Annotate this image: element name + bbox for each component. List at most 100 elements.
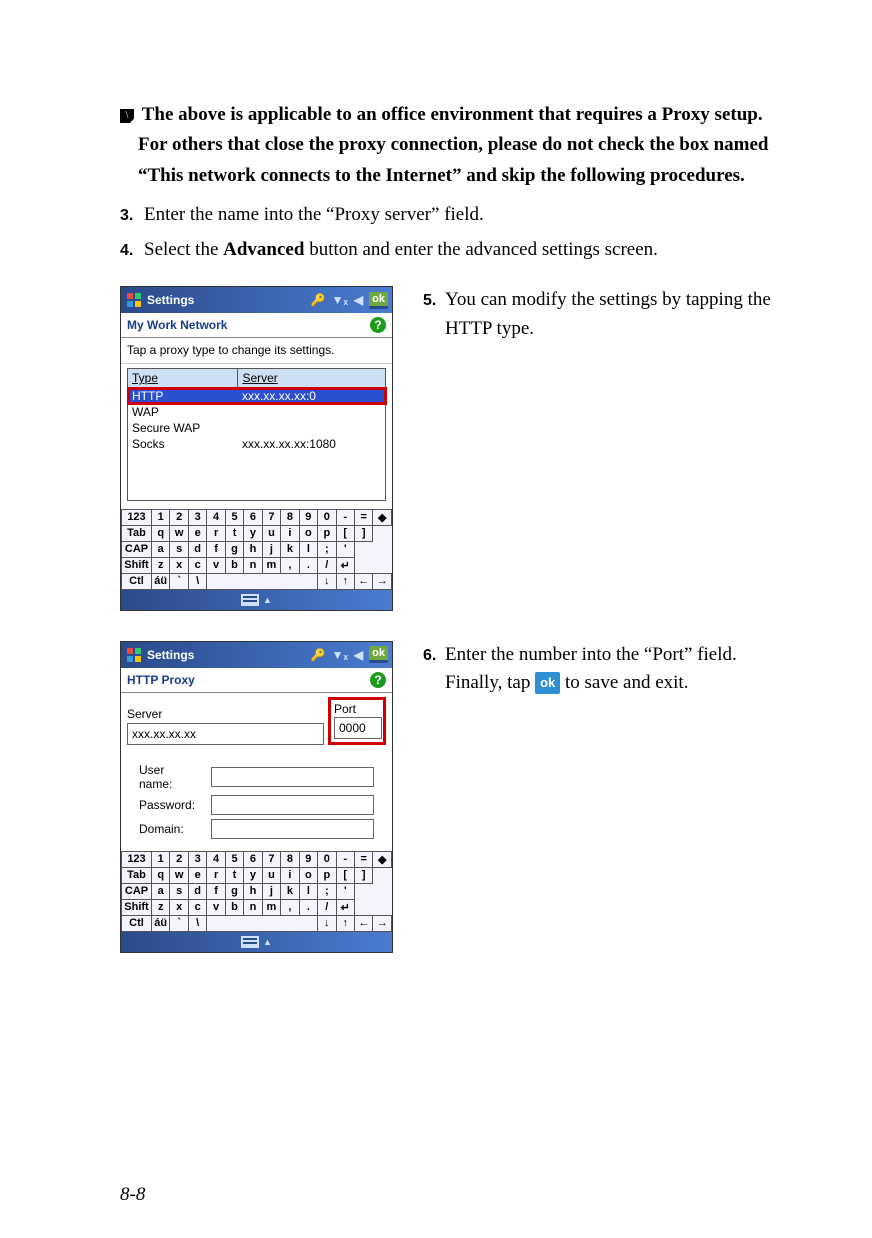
key[interactable]: y	[244, 867, 262, 883]
on-screen-keyboard[interactable]: 1231234567890-=◆Tabqwertyuiop[]CAPasdfgh…	[121, 851, 392, 932]
key[interactable]: Tab	[122, 867, 152, 883]
key[interactable]: g	[225, 541, 243, 557]
key[interactable]: p	[318, 867, 336, 883]
key[interactable]: 4	[207, 851, 225, 867]
key[interactable]: \	[188, 915, 206, 931]
key[interactable]: i	[281, 867, 299, 883]
key[interactable]: l	[299, 541, 317, 557]
table-row[interactable]: Socks xxx.xx.xx.xx:1080	[128, 436, 386, 452]
key[interactable]: [	[336, 867, 354, 883]
key[interactable]: 5	[225, 509, 243, 525]
key[interactable]: b	[225, 899, 243, 915]
key[interactable]: s	[170, 883, 188, 899]
key[interactable]: 2	[170, 509, 188, 525]
key[interactable]: ↵	[336, 899, 354, 915]
password-input[interactable]	[211, 795, 374, 815]
key[interactable]: '	[336, 541, 354, 557]
key[interactable]: h	[244, 883, 262, 899]
key[interactable]: m	[262, 899, 280, 915]
key[interactable]: 0	[318, 509, 336, 525]
key[interactable]: Shift	[122, 899, 152, 915]
key[interactable]: 6	[244, 851, 262, 867]
key[interactable]: ↓	[318, 915, 336, 931]
table-row[interactable]: WAP	[128, 404, 386, 420]
key[interactable]: 7	[262, 509, 280, 525]
key[interactable]: d	[188, 541, 206, 557]
key[interactable]: '	[336, 883, 354, 899]
key[interactable]: k	[281, 883, 299, 899]
key[interactable]: n	[244, 899, 262, 915]
table-row[interactable]: Secure WAP	[128, 420, 386, 436]
key[interactable]: Ctl	[122, 915, 152, 931]
key[interactable]: p	[318, 525, 336, 541]
key[interactable]: e	[188, 525, 206, 541]
help-icon[interactable]: ?	[370, 672, 386, 688]
key[interactable]: -	[336, 509, 354, 525]
key[interactable]: ◆	[373, 509, 392, 525]
key[interactable]: s	[170, 541, 188, 557]
key[interactable]: w	[170, 525, 188, 541]
key[interactable]: CAP	[122, 883, 152, 899]
key[interactable]: q	[152, 867, 170, 883]
key[interactable]: 9	[299, 509, 317, 525]
chevron-up-icon[interactable]: ▲	[263, 595, 272, 605]
key[interactable]: -	[336, 851, 354, 867]
key[interactable]: v	[207, 557, 225, 573]
key[interactable]: 1	[152, 509, 170, 525]
key[interactable]: ;	[318, 541, 336, 557]
key[interactable]: ]	[354, 525, 372, 541]
key[interactable]: g	[225, 883, 243, 899]
key[interactable]: 6	[244, 509, 262, 525]
key[interactable]: 123	[122, 851, 152, 867]
key[interactable]: ↑	[336, 915, 354, 931]
key[interactable]: c	[188, 899, 206, 915]
key[interactable]: x	[170, 899, 188, 915]
key[interactable]: →	[373, 915, 392, 931]
key[interactable]: 3	[188, 509, 206, 525]
key[interactable]: 3	[188, 851, 206, 867]
key[interactable]: 0	[318, 851, 336, 867]
key[interactable]: o	[299, 525, 317, 541]
key[interactable]: w	[170, 867, 188, 883]
key[interactable]: h	[244, 541, 262, 557]
key[interactable]: ,	[281, 557, 299, 573]
key[interactable]: k	[281, 541, 299, 557]
key[interactable]: =	[354, 509, 372, 525]
key[interactable]: l	[299, 883, 317, 899]
key[interactable]: m	[262, 557, 280, 573]
key[interactable]: Ctl	[122, 573, 152, 589]
key[interactable]: t	[225, 867, 243, 883]
key[interactable]: \	[188, 573, 206, 589]
port-input[interactable]	[334, 717, 382, 739]
key[interactable]: ←	[354, 915, 372, 931]
ok-button[interactable]: ok	[369, 292, 388, 309]
username-input[interactable]	[211, 767, 374, 787]
key[interactable]: e	[188, 867, 206, 883]
key[interactable]: `	[170, 915, 188, 931]
key[interactable]: 4	[207, 509, 225, 525]
key[interactable]: z	[152, 557, 170, 573]
key[interactable]: 9	[299, 851, 317, 867]
key[interactable]: o	[299, 867, 317, 883]
server-input[interactable]	[127, 723, 324, 745]
key[interactable]: i	[281, 525, 299, 541]
key[interactable]: r	[207, 525, 225, 541]
key[interactable]: q	[152, 525, 170, 541]
key[interactable]: 7	[262, 851, 280, 867]
key[interactable]: a	[152, 883, 170, 899]
key[interactable]: r	[207, 867, 225, 883]
key[interactable]: /	[318, 557, 336, 573]
keyboard-toggle-icon[interactable]	[241, 594, 259, 606]
key[interactable]: 1	[152, 851, 170, 867]
key[interactable]: →	[373, 573, 392, 589]
key[interactable]	[207, 915, 318, 931]
key[interactable]: 8	[281, 851, 299, 867]
key[interactable]: z	[152, 899, 170, 915]
key[interactable]: `	[170, 573, 188, 589]
key[interactable]: ]	[354, 867, 372, 883]
key[interactable]: j	[262, 883, 280, 899]
key[interactable]	[207, 573, 318, 589]
key[interactable]: v	[207, 899, 225, 915]
table-row[interactable]: HTTP xxx.xx.xx.xx:0	[128, 388, 386, 405]
key[interactable]: 5	[225, 851, 243, 867]
